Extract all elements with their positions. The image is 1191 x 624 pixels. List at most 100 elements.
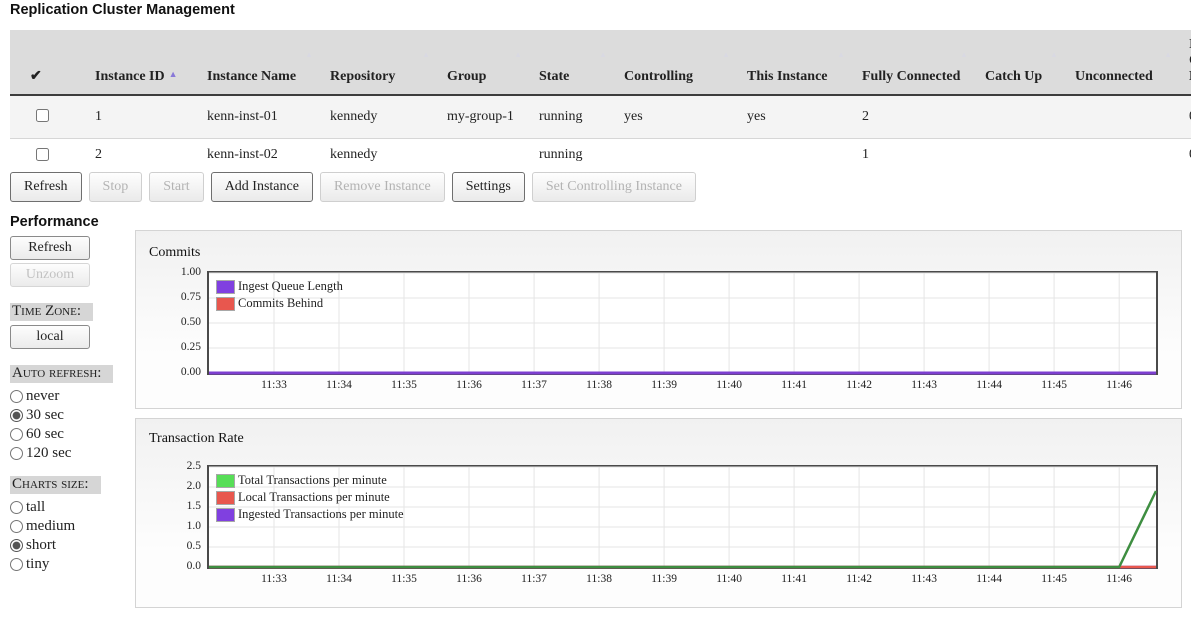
chart-canvas[interactable] bbox=[209, 273, 1156, 373]
legend-swatch-icon bbox=[216, 474, 235, 488]
row-checkbox[interactable] bbox=[36, 109, 49, 122]
column-header-label: Group bbox=[447, 69, 486, 84]
legend-item: Local Transactions per minute bbox=[216, 489, 404, 506]
performance-refresh-button[interactable]: Refresh bbox=[10, 236, 90, 260]
stop-button[interactable]: Stop bbox=[89, 172, 143, 202]
sort-icon: ▲ bbox=[422, 50, 430, 59]
x-tick-label: 11:41 bbox=[772, 379, 816, 391]
sort-icon: ▲ bbox=[1050, 50, 1058, 59]
x-tick-label: 11:35 bbox=[382, 573, 426, 585]
add-instance-button[interactable]: Add Instance bbox=[211, 172, 313, 202]
sort-icon: ▲ bbox=[599, 50, 607, 59]
x-tick-label: 11:39 bbox=[642, 573, 686, 585]
cell-instance-id: 1 bbox=[81, 95, 193, 138]
column-header-instance-id[interactable]: Instance ID▲ bbox=[81, 30, 193, 95]
chart-legend: Total Transactions per minuteLocal Trans… bbox=[216, 472, 404, 523]
column-header-repository[interactable]: Repository▲ bbox=[316, 30, 433, 95]
remove-instance-button[interactable]: Remove Instance bbox=[320, 172, 445, 202]
column-header-state[interactable]: State▲ bbox=[525, 30, 610, 95]
auto-refresh-radio-group: never30 sec60 sec120 sec bbox=[10, 387, 130, 463]
cell-instance-name: kenn-inst-02 bbox=[193, 138, 316, 172]
column-header-fully-connected[interactable]: Fully Connected▲ bbox=[848, 30, 971, 95]
y-tick-label: 2.0 bbox=[161, 480, 201, 492]
charts-size-option-short[interactable]: short bbox=[10, 536, 130, 555]
charts-size-label: Charts size: bbox=[10, 476, 101, 494]
chart-title: Transaction Rate bbox=[149, 431, 244, 447]
y-tick-label: 0.25 bbox=[161, 341, 201, 353]
charts-size-radio-medium[interactable] bbox=[10, 520, 23, 533]
legend-label: Ingested Transactions per minute bbox=[238, 507, 404, 522]
sort-icon: ▲ bbox=[837, 50, 845, 59]
charts-size-option-medium[interactable]: medium bbox=[10, 517, 130, 536]
column-header-this-instance[interactable]: This Instance▲ bbox=[733, 30, 848, 95]
charts-size-radio-short[interactable] bbox=[10, 539, 23, 552]
time-zone-button[interactable]: local bbox=[10, 325, 90, 349]
auto-refresh-option-60-sec[interactable]: 60 sec bbox=[10, 425, 130, 444]
charts-size-option-label: medium bbox=[26, 518, 75, 535]
column-header-catch-up[interactable]: Catch Up▲ bbox=[971, 30, 1061, 95]
column-header-label: Fully Connected bbox=[862, 69, 960, 84]
charts-size-option-label: tiny bbox=[26, 556, 49, 573]
column-header-controlling[interactable]: Controlling▲ bbox=[610, 30, 733, 95]
x-tick-label: 11:42 bbox=[837, 379, 881, 391]
column-header-instance-name[interactable]: Instance Name ▲ bbox=[193, 30, 316, 95]
auto-refresh-option-never[interactable]: never bbox=[10, 387, 130, 406]
start-button[interactable]: Start bbox=[149, 172, 203, 202]
charts-size-option-tiny[interactable]: tiny bbox=[10, 555, 130, 574]
y-tick-label: 0.75 bbox=[161, 291, 201, 303]
sort-icon: ▲ bbox=[305, 50, 313, 59]
chart-plot-area: Total Transactions per minuteLocal Trans… bbox=[207, 465, 1158, 569]
cell-group bbox=[433, 138, 525, 172]
x-tick-label: 11:38 bbox=[577, 379, 621, 391]
cell-controlling: yes bbox=[610, 95, 733, 138]
refresh-button[interactable]: Refresh bbox=[10, 172, 82, 202]
auto-refresh-option-label: 60 sec bbox=[26, 426, 64, 443]
row-select-cell bbox=[10, 138, 81, 172]
charts-size-radio-tiny[interactable] bbox=[10, 558, 23, 571]
x-tick-label: 11:37 bbox=[512, 379, 556, 391]
x-tick-label: 11:36 bbox=[447, 573, 491, 585]
settings-button[interactable]: Settings bbox=[452, 172, 525, 202]
column-header-label: Unconnected bbox=[1075, 69, 1153, 84]
x-tick-label: 11:37 bbox=[512, 573, 556, 585]
x-tick-label: 11:44 bbox=[967, 573, 1011, 585]
page: Replication Cluster Management ✔Instance… bbox=[0, 0, 1191, 624]
column-header-unconnected[interactable]: Unconnected▲ bbox=[1061, 30, 1175, 95]
x-tick-label: 11:39 bbox=[642, 379, 686, 391]
y-tick-label: 0.50 bbox=[161, 316, 201, 328]
auto-refresh-option-120-sec[interactable]: 120 sec bbox=[10, 444, 130, 463]
select-all-header[interactable]: ✔ bbox=[10, 30, 81, 95]
legend-label: Local Transactions per minute bbox=[238, 490, 390, 505]
y-tick-label: 1.0 bbox=[161, 520, 201, 532]
auto-refresh-radio-60-sec[interactable] bbox=[10, 428, 23, 441]
charts-size-option-label: tall bbox=[26, 499, 45, 516]
x-tick-label: 11:40 bbox=[707, 573, 751, 585]
x-tick-label: 11:43 bbox=[902, 573, 946, 585]
charts-size-option-tall[interactable]: tall bbox=[10, 498, 130, 517]
x-tick-label: 11:44 bbox=[967, 379, 1011, 391]
cell-this-instance: yes bbox=[733, 95, 848, 138]
column-header-label: ✔ bbox=[30, 69, 42, 84]
table-row: 2kenn-inst-02kennedyrunning100 bbox=[10, 138, 1191, 172]
charts-size-option-label: short bbox=[26, 537, 56, 554]
column-header-label: Instance Name bbox=[207, 69, 296, 84]
column-header-group[interactable]: Group▲ bbox=[433, 30, 525, 95]
legend-swatch-icon bbox=[216, 280, 235, 294]
legend-label: Commits Behind bbox=[238, 296, 323, 311]
set-controlling-instance-button[interactable]: Set Controlling Instance bbox=[532, 172, 696, 202]
auto-refresh-option-30-sec[interactable]: 30 sec bbox=[10, 406, 130, 425]
row-checkbox[interactable] bbox=[36, 148, 49, 161]
auto-refresh-radio-30-sec[interactable] bbox=[10, 409, 23, 422]
x-tick-label: 11:34 bbox=[317, 573, 361, 585]
auto-refresh-radio-120-sec[interactable] bbox=[10, 447, 23, 460]
cell-group: my-group-1 bbox=[433, 95, 525, 138]
auto-refresh-radio-never[interactable] bbox=[10, 390, 23, 403]
charts-size-radio-tall[interactable] bbox=[10, 501, 23, 514]
legend-item: Ingested Transactions per minute bbox=[216, 506, 404, 523]
sort-asc-icon: ▲ bbox=[169, 69, 178, 79]
cell-catch-up bbox=[971, 95, 1061, 138]
column-header-ingest-queue-length[interactable]: Ingest Queue Length▲ bbox=[1175, 30, 1191, 95]
x-tick-label: 11:33 bbox=[252, 379, 296, 391]
auto-refresh-label: Auto refresh: bbox=[10, 365, 113, 383]
performance-unzoom-button[interactable]: Unzoom bbox=[10, 263, 90, 287]
